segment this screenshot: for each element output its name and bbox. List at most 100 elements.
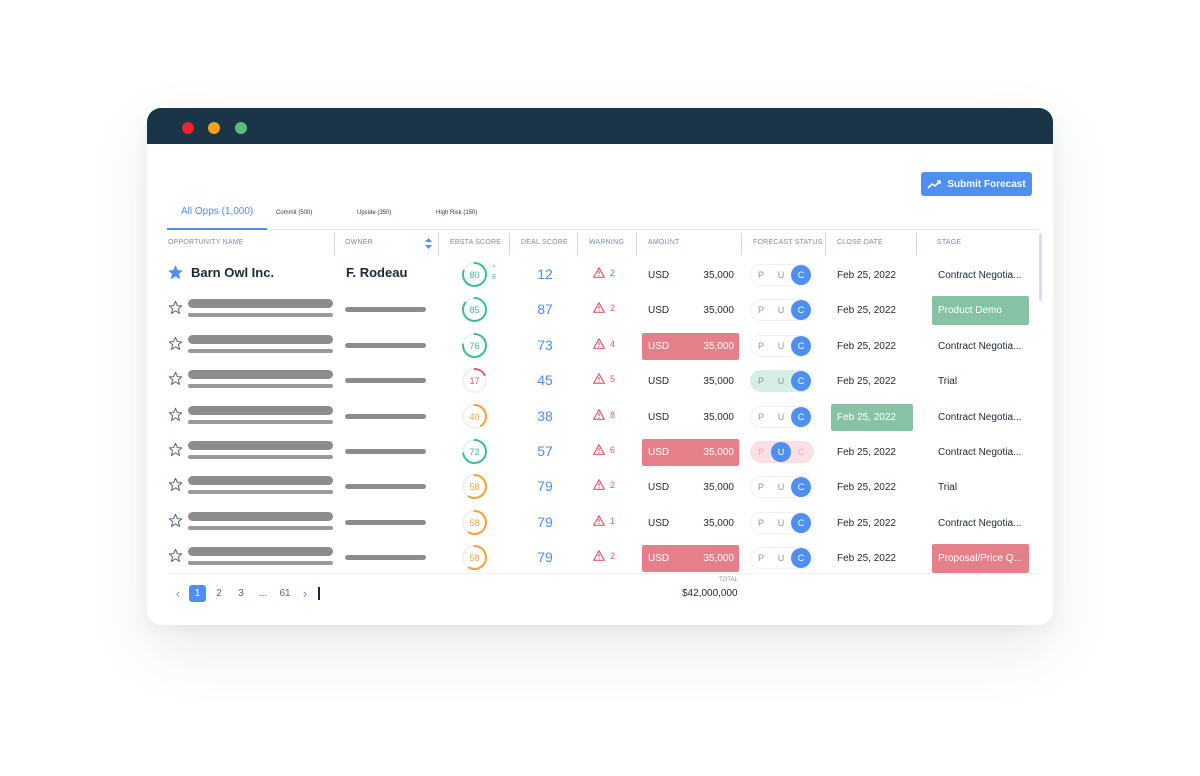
stage[interactable]: Contract Negotia... <box>932 438 1029 467</box>
star-icon[interactable] <box>168 300 183 315</box>
forecast-status-toggle[interactable]: PUC <box>750 335 814 357</box>
table-row[interactable]: 58 79 2 USD 35,000 P U C Feb 25, 2022 Proposal/Pr… <box>167 541 1039 573</box>
forecast-option-u[interactable]: U <box>771 270 791 280</box>
amount-cell[interactable]: USD 35,000 <box>642 333 739 360</box>
amount-cell[interactable]: USD 35,000 <box>642 368 739 395</box>
forecast-status-toggle[interactable]: PUC <box>750 370 814 392</box>
warning-count[interactable]: 1 <box>593 515 615 526</box>
stage[interactable]: Trial <box>932 473 1029 502</box>
amount-cell[interactable]: USD 35,000 <box>642 262 739 289</box>
forecast-option-c[interactable]: C <box>791 513 811 533</box>
close-date[interactable]: Feb 25, 2022 <box>831 510 913 537</box>
forecast-option-p[interactable]: P <box>751 341 771 351</box>
forecast-option-u[interactable]: U <box>771 553 791 563</box>
amount-cell[interactable]: USD 35,000 <box>642 545 739 572</box>
stage[interactable]: Proposal/Price Q... <box>932 544 1029 573</box>
forecast-option-p[interactable]: P <box>751 412 771 422</box>
warning-count[interactable]: 2 <box>593 302 615 313</box>
page-3[interactable]: 3 <box>230 588 252 599</box>
forecast-option-p[interactable]: P <box>751 482 771 492</box>
col-warning[interactable]: WARNING <box>589 239 624 246</box>
warning-count[interactable]: 2 <box>593 479 615 490</box>
table-row[interactable]: 17 45 5 USD 35,000 P U C Feb 25, 2022 Trial <box>167 364 1039 399</box>
stage[interactable]: Contract Negotia... <box>932 509 1029 538</box>
amount-cell[interactable]: USD 35,000 <box>642 404 739 431</box>
page-2[interactable]: 2 <box>208 588 230 599</box>
forecast-status-toggle[interactable]: PUC <box>750 476 814 498</box>
close-date[interactable]: Feb 25, 2022 <box>831 545 913 572</box>
forecast-option-c[interactable]: C <box>791 265 811 285</box>
col-stage[interactable]: STAGE <box>937 239 961 246</box>
forecast-status-toggle[interactable]: PUC <box>750 406 814 428</box>
stage[interactable]: Trial <box>932 367 1029 396</box>
warning-count[interactable]: 4 <box>593 338 615 349</box>
maximize-window-button[interactable] <box>235 122 247 134</box>
stage[interactable]: Contract Negotia... <box>932 332 1029 361</box>
forecast-option-u[interactable]: U <box>771 482 791 492</box>
close-window-button[interactable] <box>182 122 194 134</box>
forecast-status-toggle[interactable]: PUC <box>750 264 814 286</box>
col-close-date[interactable]: CLOSE DATE <box>837 239 883 246</box>
submit-forecast-button[interactable]: Submit Forecast <box>921 172 1032 196</box>
tab-high-risk[interactable]: High Risk (150) <box>436 210 477 216</box>
tab-commit[interactable]: Commit (500) <box>276 210 312 216</box>
close-date[interactable]: Feb 25, 2022 <box>831 262 913 289</box>
tab-upside[interactable]: Upside (350) <box>357 210 391 216</box>
table-row[interactable]: 58 79 1 USD 35,000 P U C Feb 25, 2022 Contract Ne… <box>167 506 1039 541</box>
forecast-status-toggle[interactable]: PUC <box>750 299 814 321</box>
col-ebsta-score[interactable]: EBSTA SCORE <box>450 239 501 246</box>
forecast-status-toggle[interactable]: PUC <box>750 441 814 463</box>
forecast-option-u[interactable]: U <box>771 412 791 422</box>
amount-cell[interactable]: USD 35,000 <box>642 297 739 324</box>
next-page-icon[interactable]: › <box>296 586 314 601</box>
table-row[interactable]: 85 87 2 USD 35,000 P U C Feb 25, 2022 Product Dem… <box>167 293 1039 328</box>
table-row[interactable]: 40 38 8 USD 35,000 P U C Feb 25, 2022 Contract Ne… <box>167 400 1039 435</box>
close-date[interactable]: Feb 25, 2022 <box>831 333 913 360</box>
forecast-option-c[interactable]: C <box>791 336 811 356</box>
forecast-option-u[interactable]: U <box>771 518 791 528</box>
prev-page-icon[interactable]: ‹ <box>169 586 187 601</box>
table-row[interactable]: 72 57 6 USD 35,000 P U C Feb 25, 2022 Contract Ne… <box>167 435 1039 470</box>
table-row[interactable]: 58 79 2 USD 35,000 P U C Feb 25, 2022 Trial <box>167 470 1039 505</box>
star-icon[interactable] <box>168 407 183 422</box>
star-icon[interactable] <box>168 371 183 386</box>
forecast-option-c[interactable]: C <box>791 548 811 568</box>
forecast-status-toggle[interactable]: PUC <box>750 512 814 534</box>
star-icon[interactable] <box>168 477 183 492</box>
close-date[interactable]: Feb 25, 2022 <box>831 439 913 466</box>
table-row[interactable]: 76 73 4 USD 35,000 P U C Feb 25, 2022 Contract Ne… <box>167 329 1039 364</box>
warning-count[interactable]: 5 <box>593 373 615 384</box>
forecast-option-p[interactable]: P <box>751 376 771 386</box>
close-date[interactable]: Feb 25, 2022 <box>831 368 913 395</box>
warning-count[interactable]: 2 <box>593 550 615 561</box>
star-icon[interactable] <box>168 336 183 351</box>
warning-count[interactable]: 8 <box>593 409 615 420</box>
forecast-option-u[interactable]: U <box>771 376 791 386</box>
table-row[interactable]: Barn Owl Inc. F. Rodeau 80 ^ 8 12 2 USD 35,000 P U… <box>167 258 1039 293</box>
forecast-option-u[interactable]: U <box>771 341 791 351</box>
page-1[interactable]: 1 <box>189 585 206 602</box>
star-icon[interactable] <box>168 265 183 280</box>
close-date[interactable]: Feb 25, 2022 <box>831 474 913 501</box>
amount-cell[interactable]: USD 35,000 <box>642 474 739 501</box>
forecast-option-c[interactable]: C <box>791 371 811 391</box>
forecast-option-u[interactable]: U <box>771 305 791 315</box>
star-icon[interactable] <box>168 548 183 563</box>
forecast-option-p[interactable]: P <box>751 553 771 563</box>
star-icon[interactable] <box>168 513 183 528</box>
forecast-option-c[interactable]: C <box>791 477 811 497</box>
forecast-option-p[interactable]: P <box>751 518 771 528</box>
star-icon[interactable] <box>168 442 183 457</box>
forecast-option-u[interactable]: U <box>771 442 791 462</box>
amount-cell[interactable]: USD 35,000 <box>642 510 739 537</box>
forecast-option-p[interactable]: P <box>751 447 771 457</box>
amount-cell[interactable]: USD 35,000 <box>642 439 739 466</box>
stage[interactable]: Contract Negotia... <box>932 261 1029 290</box>
close-date[interactable]: Feb 25, 2022 <box>831 404 913 431</box>
stage[interactable]: Contract Negotia... <box>932 403 1029 432</box>
forecast-option-p[interactable]: P <box>751 270 771 280</box>
col-owner[interactable]: OWNER <box>345 239 373 246</box>
warning-count[interactable]: 6 <box>593 444 615 455</box>
forecast-option-c[interactable]: C <box>791 447 811 457</box>
close-date[interactable]: Feb 25, 2022 <box>831 297 913 324</box>
